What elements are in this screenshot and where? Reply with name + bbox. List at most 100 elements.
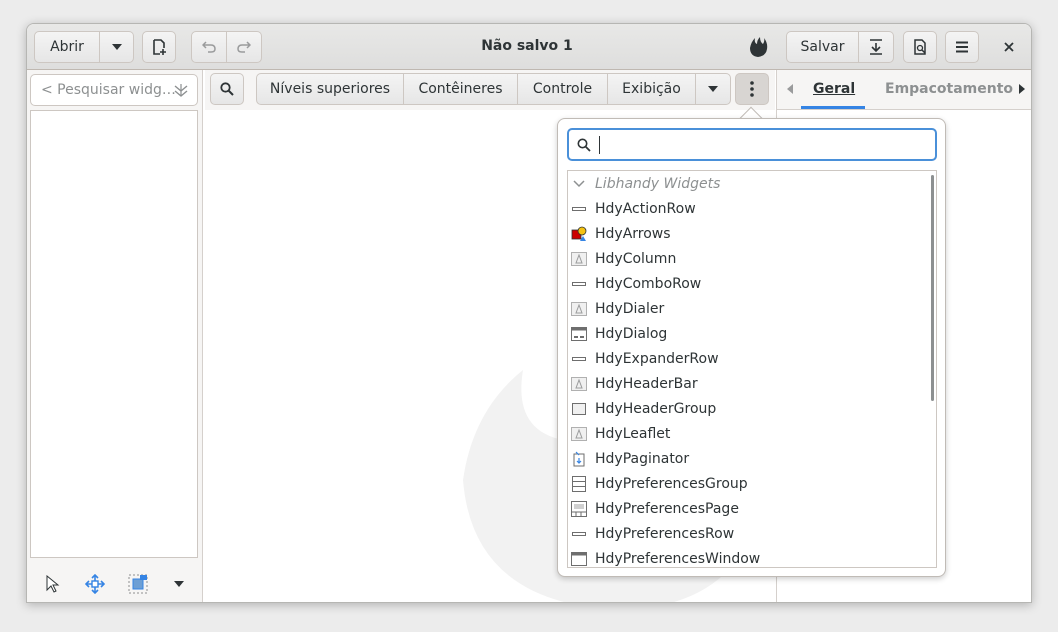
list-item[interactable]: HdyPreferencesPage [568, 496, 928, 521]
chevron-down-icon [571, 176, 587, 192]
widget-palette-bar: Níveis superiores Contêineres Controle E… [205, 70, 775, 110]
list-item-label: HdyActionRow [595, 200, 696, 217]
arrows-icon [571, 226, 587, 242]
list-item[interactable]: HdyActionRow [568, 196, 928, 221]
paginator-icon [571, 451, 587, 467]
tab-packing-label: Empacotamento [885, 81, 1014, 97]
widget-search-placeholder: < Pesquisar widg… [41, 82, 176, 98]
undo-icon [202, 41, 216, 53]
window-icon [571, 551, 587, 567]
tab-scroll-right-icon[interactable] [1019, 84, 1025, 94]
list-item[interactable]: HdyColumn [568, 246, 928, 271]
tab-toplevels[interactable]: Níveis superiores [256, 73, 404, 105]
search-options-icon[interactable] [173, 83, 189, 99]
close-icon [1004, 42, 1014, 52]
main-menu-button[interactable] [945, 31, 979, 63]
extra-widgets-popover: Libhandy Widgets HdyActionRow HdyArrows … [557, 118, 946, 577]
select-tool-button[interactable] [37, 570, 69, 598]
palette-more-dropdown[interactable] [695, 73, 731, 105]
dialog-icon [571, 326, 587, 342]
search-icon [577, 138, 591, 152]
list-item-label: HdyColumn [595, 250, 677, 267]
tab-general-label: Geral [813, 81, 856, 97]
save-button-label: Salvar [800, 39, 845, 55]
list-item[interactable]: HdyExpanderRow [568, 346, 928, 371]
close-window-button[interactable] [993, 31, 1025, 63]
box-icon [571, 401, 587, 417]
new-document-icon [153, 39, 166, 55]
margins-icon [128, 574, 148, 594]
widget-search-input[interactable]: < Pesquisar widg… [30, 74, 198, 106]
generic-widget-icon [571, 426, 587, 442]
list-item[interactable]: HdyPreferencesRow [568, 521, 928, 546]
popover-search-input[interactable] [567, 128, 937, 161]
list-item[interactable]: HdyHeaderBar [568, 371, 928, 396]
list-item[interactable]: HdyPreferencesGroup [568, 471, 928, 496]
widget-tree-sidebar: < Pesquisar widg… [27, 70, 203, 602]
list-item[interactable]: HdyArrows [568, 221, 928, 246]
list-item[interactable]: HdyPreferencesWindow [568, 546, 928, 567]
active-tab-indicator [801, 106, 865, 109]
list-item-label: HdyComboRow [595, 275, 702, 292]
tools-dropdown-button[interactable] [163, 570, 195, 598]
undo-button[interactable] [191, 31, 227, 63]
text-cursor [599, 135, 600, 154]
list-item-label: HdyPreferencesWindow [595, 550, 761, 567]
margin-edit-tool-button[interactable] [122, 570, 154, 598]
extra-widgets-menu-button[interactable] [735, 73, 769, 105]
open-button-label: Abrir [50, 39, 84, 55]
list-item[interactable]: HdyLeaflet [568, 421, 928, 446]
list-item-label: HdyPreferencesRow [595, 525, 735, 542]
open-button[interactable]: Abrir [34, 31, 100, 63]
tab-containers-label: Contêineres [418, 81, 503, 97]
group-header-libhandy[interactable]: Libhandy Widgets [568, 171, 928, 196]
open-recent-dropdown-button[interactable] [100, 31, 134, 63]
list-item[interactable]: HdyComboRow [568, 271, 928, 296]
generic-widget-icon [571, 376, 587, 392]
new-document-button[interactable] [142, 31, 176, 63]
row-icon [571, 276, 587, 292]
move-arrows-icon [85, 574, 105, 594]
drag-resize-tool-button[interactable] [79, 570, 111, 598]
row-icon [571, 351, 587, 367]
chevron-down-icon [111, 44, 122, 50]
redo-button[interactable] [227, 31, 262, 63]
list-item[interactable]: HdyHeaderGroup [568, 396, 928, 421]
row-icon [571, 201, 587, 217]
chevron-down-icon [174, 581, 184, 587]
properties-tabs: Geral Empacotamento [777, 70, 1031, 110]
list-item[interactable]: HdyPaginator [568, 446, 928, 471]
list-item-label: HdyPreferencesGroup [595, 475, 748, 492]
glade-logo-icon [741, 31, 775, 63]
save-button[interactable]: Salvar [786, 31, 859, 63]
tab-packing[interactable]: Empacotamento [885, 81, 1013, 97]
list-item-label: HdyLeaflet [595, 425, 671, 442]
widget-tree[interactable] [30, 110, 198, 558]
list-item-label: HdyArrows [595, 225, 671, 242]
preview-button[interactable] [903, 31, 937, 63]
list-item-label: HdyDialog [595, 325, 668, 342]
list-item-label: HdyDialer [595, 300, 665, 317]
vertical-dots-icon [750, 81, 754, 97]
group-header-label: Libhandy Widgets [595, 175, 721, 192]
tab-control[interactable]: Controle [517, 73, 608, 105]
window-title: Não salvo 1 [481, 38, 573, 54]
generic-widget-icon [571, 251, 587, 267]
tab-control-label: Controle [532, 81, 593, 97]
tab-scroll-left-icon[interactable] [787, 84, 793, 94]
pointer-icon [46, 575, 60, 593]
list-item[interactable]: HdyDialer [568, 296, 928, 321]
list-item-label: HdyExpanderRow [595, 350, 719, 367]
download-icon [870, 39, 882, 55]
popover-scrollbar[interactable] [931, 175, 934, 401]
tab-display-label: Exibição [622, 81, 681, 97]
tab-general[interactable]: Geral [813, 81, 855, 97]
palette-search-button[interactable] [210, 73, 244, 105]
tab-containers[interactable]: Contêineres [403, 73, 518, 105]
row-icon [571, 526, 587, 542]
list-item-label: HdyPaginator [595, 450, 690, 467]
popover-widget-list[interactable]: Libhandy Widgets HdyActionRow HdyArrows … [567, 170, 937, 568]
tab-display[interactable]: Exibição [607, 73, 696, 105]
save-as-button[interactable] [859, 31, 894, 63]
list-item[interactable]: HdyDialog [568, 321, 928, 346]
